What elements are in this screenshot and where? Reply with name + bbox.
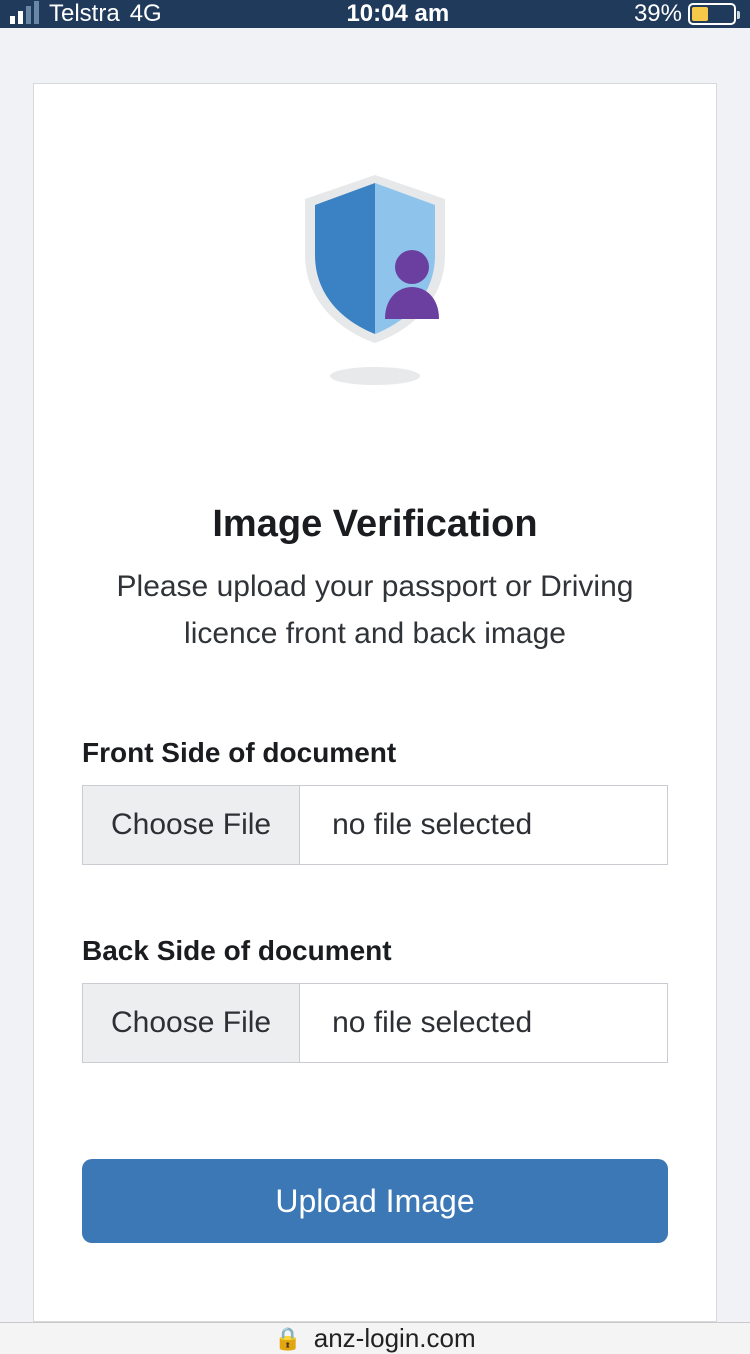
carrier-label: Telstra <box>49 0 120 28</box>
battery-icon <box>688 3 736 25</box>
front-field: Front Side of document Choose File no fi… <box>82 737 668 865</box>
back-choose-button[interactable]: Choose File <box>83 984 300 1062</box>
clock: 10:04 am <box>162 0 634 28</box>
back-file-input[interactable]: Choose File no file selected <box>82 983 668 1063</box>
shadow-ellipse <box>330 367 420 385</box>
page-body: Image Verification Please upload your pa… <box>0 28 750 1322</box>
front-file-status: no file selected <box>300 786 532 864</box>
verification-card: Image Verification Please upload your pa… <box>33 83 717 1322</box>
browser-url-bar[interactable]: 🔒 anz-login.com <box>0 1322 750 1354</box>
front-file-input[interactable]: Choose File no file selected <box>82 785 668 865</box>
network-label: 4G <box>130 0 162 28</box>
back-field: Back Side of document Choose File no fil… <box>82 935 668 1063</box>
back-file-status: no file selected <box>300 984 532 1062</box>
shield-user-icon <box>295 169 455 349</box>
page-title: Image Verification <box>82 503 668 546</box>
status-bar: Telstra 4G 10:04 am 39% <box>0 0 750 28</box>
hero-illustration <box>82 169 668 385</box>
front-label: Front Side of document <box>82 737 668 769</box>
url-domain: anz-login.com <box>314 1323 476 1354</box>
upload-button[interactable]: Upload Image <box>82 1159 668 1243</box>
battery-percent: 39% <box>634 0 682 28</box>
signal-icon <box>10 4 39 24</box>
back-label: Back Side of document <box>82 935 668 967</box>
front-choose-button[interactable]: Choose File <box>83 786 300 864</box>
lock-icon: 🔒 <box>274 1326 301 1352</box>
page-subtitle: Please upload your passport or Driving l… <box>82 564 668 657</box>
